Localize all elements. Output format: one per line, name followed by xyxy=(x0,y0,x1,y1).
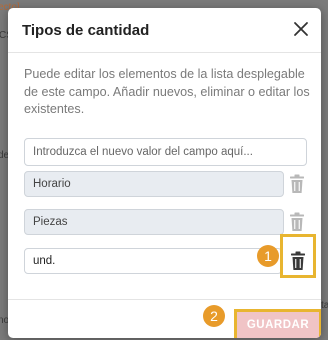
new-value-input[interactable] xyxy=(24,138,307,166)
list-item-value-und[interactable] xyxy=(24,248,282,274)
dialog-description: Puede editar los elementos de la lista d… xyxy=(24,67,310,116)
save-button[interactable]: GUARDAR xyxy=(234,309,321,338)
close-button[interactable] xyxy=(291,19,311,39)
list-item-value-horario xyxy=(24,171,284,197)
trash-icon xyxy=(290,174,304,193)
step-badge-1: 1 xyxy=(257,245,279,267)
step-badge-2: 2 xyxy=(203,305,225,327)
dialog-header: Tipos de cantidad xyxy=(8,8,321,53)
trash-icon xyxy=(290,212,304,231)
delete-item-horario-button[interactable] xyxy=(289,174,305,194)
list-item-value-piezas xyxy=(24,209,284,235)
close-icon xyxy=(294,22,308,36)
quantity-types-dialog: Tipos de cantidad Puede editar los eleme… xyxy=(8,8,321,338)
dialog-footer-divider xyxy=(8,299,321,300)
background-text-fragment: ta xyxy=(321,300,328,311)
dialog-title: Tipos de cantidad xyxy=(22,22,150,39)
highlight-delete-step xyxy=(280,234,316,278)
delete-item-piezas-button[interactable] xyxy=(289,212,305,232)
